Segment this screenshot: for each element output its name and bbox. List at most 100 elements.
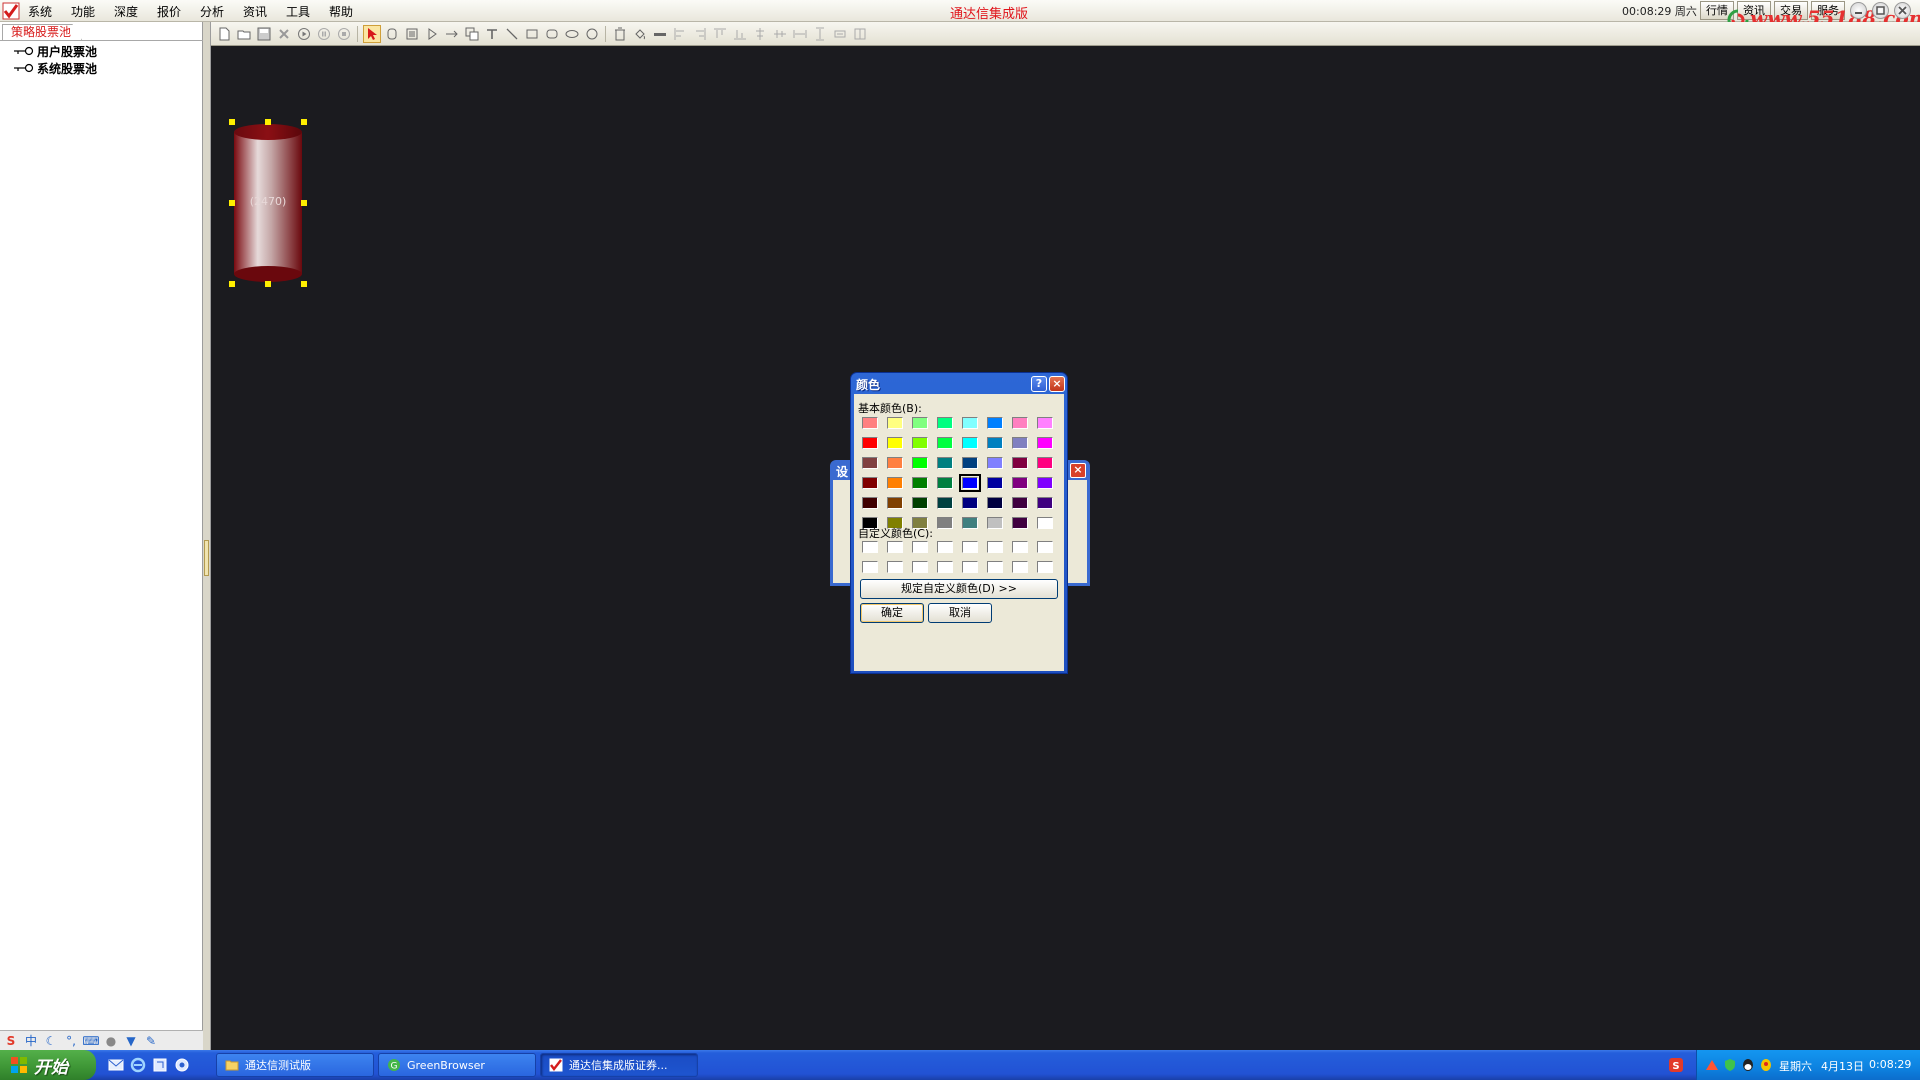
color-swatch[interactable] <box>1012 417 1028 429</box>
browser-icon[interactable] <box>174 1057 190 1073</box>
custom-color-swatch[interactable] <box>862 541 878 553</box>
panel-splitter[interactable] <box>203 22 211 1050</box>
align-right-icon[interactable] <box>691 25 709 43</box>
restore-icon[interactable] <box>1872 2 1889 19</box>
custom-color-swatch[interactable] <box>862 561 878 573</box>
same-width-icon[interactable] <box>791 25 809 43</box>
color-swatch[interactable] <box>862 437 878 449</box>
color-swatch[interactable] <box>912 417 928 429</box>
color-swatch[interactable] <box>912 437 928 449</box>
custom-color-swatch[interactable] <box>987 561 1003 573</box>
custom-color-swatch[interactable] <box>962 541 978 553</box>
custom-color-swatch[interactable] <box>912 541 928 553</box>
app-logo-icon[interactable] <box>2 2 20 20</box>
pointer-arrow-icon[interactable] <box>363 25 381 43</box>
custom-color-swatch[interactable] <box>1012 561 1028 573</box>
resize-handle-se[interactable] <box>301 281 307 287</box>
color-swatch[interactable] <box>937 417 953 429</box>
resize-handle-nw[interactable] <box>229 119 235 125</box>
color-swatch[interactable] <box>862 457 878 469</box>
ellipse-tool-icon[interactable] <box>563 25 581 43</box>
color-swatch[interactable] <box>862 497 878 509</box>
new-file-icon[interactable] <box>215 25 233 43</box>
color-swatch[interactable] <box>887 497 903 509</box>
color-swatch[interactable] <box>937 457 953 469</box>
help-icon[interactable]: ? <box>1031 376 1047 392</box>
color-swatch[interactable] <box>912 457 928 469</box>
show-desktop-icon[interactable] <box>152 1057 168 1073</box>
color-swatch[interactable] <box>962 497 978 509</box>
color-swatch[interactable] <box>962 457 978 469</box>
play-icon[interactable] <box>295 25 313 43</box>
moon-icon[interactable]: ☾ <box>43 1033 59 1049</box>
resize-handle-s[interactable] <box>265 281 271 287</box>
color-swatch[interactable] <box>987 437 1003 449</box>
color-swatch[interactable] <box>1037 477 1053 489</box>
color-swatch[interactable] <box>959 474 981 492</box>
cylinder-shape[interactable]: (2470) <box>229 119 307 287</box>
custom-color-swatch[interactable] <box>1012 541 1028 553</box>
resize-handle-ne[interactable] <box>301 119 307 125</box>
menu-help[interactable]: 帮助 <box>329 3 353 20</box>
triangle-tool-icon[interactable] <box>423 25 441 43</box>
sogou-icon[interactable]: S <box>3 1033 19 1049</box>
custom-color-swatch[interactable] <box>987 541 1003 553</box>
menu-system[interactable]: 系统 <box>28 3 52 20</box>
task-tdx-test[interactable]: 通达信测试版 <box>216 1053 374 1077</box>
line-tool-icon[interactable] <box>503 25 521 43</box>
color-swatch[interactable] <box>862 477 878 489</box>
qq-alt-icon[interactable] <box>1759 1058 1773 1072</box>
menu-depth[interactable]: 深度 <box>114 3 138 20</box>
color-swatch[interactable] <box>937 437 953 449</box>
delete-icon[interactable] <box>275 25 293 43</box>
custom-color-swatch[interactable] <box>912 561 928 573</box>
shield-icon[interactable] <box>1723 1058 1737 1072</box>
task-tdx-integrated[interactable]: 通达信集成版证券... <box>540 1053 698 1077</box>
rounded-rect-tool-icon[interactable] <box>543 25 561 43</box>
menu-analysis[interactable]: 分析 <box>200 3 224 20</box>
color-swatch[interactable] <box>962 517 978 529</box>
ok-button[interactable]: 确定 <box>860 603 924 623</box>
tray-time[interactable]: 0:08:29 <box>1869 1058 1911 1071</box>
menu-quote[interactable]: 报价 <box>157 3 181 20</box>
line-width-icon[interactable] <box>651 25 669 43</box>
color-swatch[interactable] <box>862 417 878 429</box>
color-swatch[interactable] <box>962 417 978 429</box>
resize-handle-w[interactable] <box>229 200 235 206</box>
custom-color-swatch[interactable] <box>887 561 903 573</box>
shirt-icon[interactable]: ▼ <box>123 1033 139 1049</box>
network-icon[interactable] <box>1705 1058 1719 1072</box>
splitter-grip[interactable] <box>204 540 209 576</box>
color-swatch[interactable] <box>937 517 953 529</box>
color-swatch[interactable] <box>887 477 903 489</box>
copy-tool-icon[interactable] <box>463 25 481 43</box>
tree-item-system-pool[interactable]: 系统股票池 <box>14 60 97 76</box>
custom-color-swatch[interactable] <box>937 561 953 573</box>
same-height-icon[interactable] <box>811 25 829 43</box>
cylinder-tool-icon[interactable] <box>383 25 401 43</box>
color-swatch[interactable] <box>1012 477 1028 489</box>
menu-info[interactable]: 资讯 <box>243 3 267 20</box>
fill-bucket-icon[interactable] <box>631 25 649 43</box>
ie-icon[interactable] <box>130 1057 146 1073</box>
resize-handle-sw[interactable] <box>229 281 235 287</box>
align-top-icon[interactable] <box>711 25 729 43</box>
color-swatch[interactable] <box>887 437 903 449</box>
color-swatch[interactable] <box>987 497 1003 509</box>
tab-strategy-pool[interactable]: 策略股票池 <box>2 24 83 40</box>
color-swatch[interactable] <box>1012 517 1028 529</box>
color-swatch[interactable] <box>987 417 1003 429</box>
custom-color-swatch[interactable] <box>1037 561 1053 573</box>
color-swatch[interactable] <box>1037 457 1053 469</box>
resize-handle-n[interactable] <box>265 119 271 125</box>
color-swatch[interactable] <box>912 477 928 489</box>
color-swatch[interactable] <box>887 457 903 469</box>
custom-color-swatch[interactable] <box>887 541 903 553</box>
custom-color-swatch[interactable] <box>937 541 953 553</box>
color-swatch[interactable] <box>912 497 928 509</box>
color-swatch[interactable] <box>1037 437 1053 449</box>
color-swatch[interactable] <box>937 497 953 509</box>
sogou-tray-icon[interactable]: S <box>1668 1057 1684 1073</box>
custom-color-swatch[interactable] <box>1037 541 1053 553</box>
arrow-tool-icon[interactable] <box>443 25 461 43</box>
